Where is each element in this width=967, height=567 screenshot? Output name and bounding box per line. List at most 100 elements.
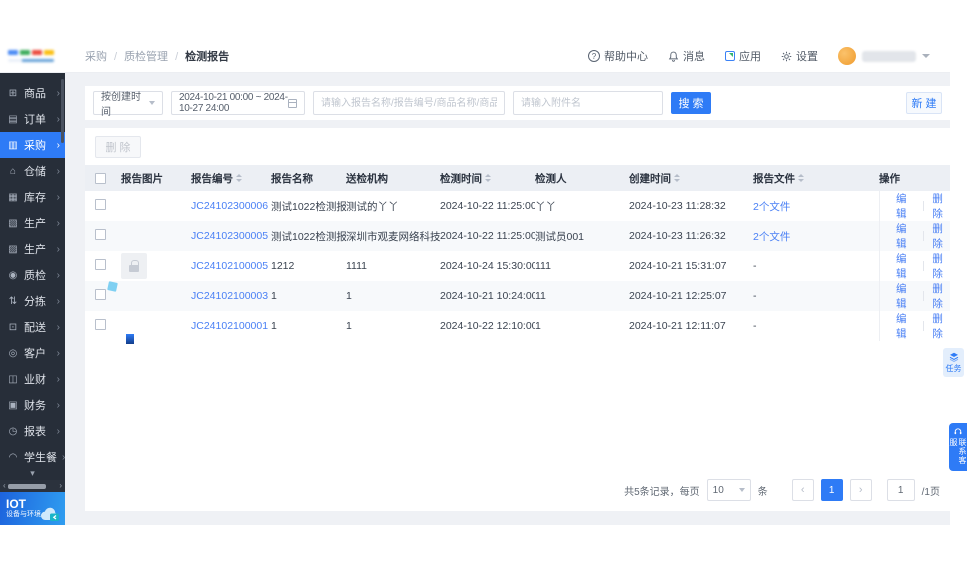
sidebar-item-customers[interactable]: ◎ 客户 (0, 340, 65, 366)
sidebar-item-orders[interactable]: ▤ 订单 (0, 106, 65, 132)
customers-icon: ◎ (8, 347, 18, 359)
col-report-no[interactable]: 报告编号 (191, 171, 271, 186)
chevron-left-icon: ‹ (800, 484, 805, 496)
orders-icon: ▤ (8, 113, 18, 125)
chevron-right-icon (57, 347, 60, 359)
scroll-right-icon[interactable]: › (59, 482, 62, 490)
menu-scroll-down-icon[interactable] (0, 469, 65, 480)
col-report-name: 报告名称 (271, 172, 313, 185)
bulk-delete-button[interactable]: 删 除 (95, 135, 141, 158)
sort-icon[interactable] (674, 174, 680, 182)
page-jump-input[interactable] (886, 479, 915, 501)
report-files-link[interactable]: 2个文件 (753, 229, 879, 244)
sidebar-item-business-finance[interactable]: ◫ 业财 (0, 366, 65, 392)
messages-button[interactable]: 消息 (668, 48, 705, 64)
edit-link[interactable]: 编辑 (896, 191, 914, 221)
iot-banner[interactable]: IOT 设备与环境 (0, 492, 65, 525)
report-thumbnail-placeholder[interactable] (121, 253, 147, 279)
app-logo (0, 40, 65, 72)
sidebar-item-finance[interactable]: ▣ 财务 (0, 392, 65, 418)
report-no-link[interactable]: JC24102100005 (191, 260, 271, 272)
sidebar-item-sorting[interactable]: ⇅ 分拣 (0, 288, 65, 314)
time-type-select[interactable]: 按创建时间 (93, 91, 163, 118)
breadcrumb-quality-mgmt[interactable]: 质检管理 (124, 48, 185, 64)
sort-icon[interactable] (798, 174, 804, 182)
page-1-button[interactable]: 1 (820, 479, 843, 501)
keyword-input[interactable] (313, 91, 505, 115)
sidebar-item-purchase[interactable]: ▥ 采购 (0, 132, 65, 158)
sidebar-item-inventory[interactable]: ▦ 库存 (0, 184, 65, 210)
report-no-link[interactable]: JC24102100003 (191, 290, 271, 302)
edit-link[interactable]: 编辑 (896, 251, 914, 281)
breadcrumb-purchase[interactable]: 采购 (85, 48, 124, 64)
tasks-float-button[interactable]: 任务 (943, 348, 964, 377)
report-no-link[interactable]: JC24102300006 (191, 200, 271, 212)
sidebar-item-quality[interactable]: ◉ 质检 (0, 262, 65, 288)
col-files[interactable]: 报告文件 (753, 171, 879, 186)
attachment-name-input[interactable] (513, 91, 663, 115)
divider (922, 321, 924, 331)
headset-icon (954, 428, 962, 435)
business-finance-icon: ◫ (8, 373, 18, 385)
chevron-right-icon (57, 425, 60, 437)
col-created[interactable]: 创建时间 (629, 171, 753, 186)
divider (922, 261, 924, 271)
user-menu[interactable] (838, 47, 930, 65)
report-no-link[interactable]: JC24102100001 (191, 320, 271, 332)
scrollbar-thumb[interactable] (7, 483, 47, 489)
new-button[interactable]: 新 建 (906, 92, 942, 114)
sidebar-item-production[interactable]: ▧ 生产 (0, 210, 65, 236)
table-row: JC24102100003 1 1 2024-10-21 10:24:00 11… (85, 281, 950, 311)
app-screen: 采购 质检管理 检测报告 ? 帮助中心 消息 应用 设置 (0, 0, 967, 567)
select-all-checkbox[interactable] (95, 172, 106, 184)
row-checkbox[interactable] (95, 259, 106, 270)
table-row: JC24102300005 测试1022检测报告 深圳市观麦网络科技 2024-… (85, 221, 950, 251)
row-checkbox[interactable] (95, 199, 106, 210)
quality-icon: ◉ (8, 269, 18, 281)
sidebar-item-student-meal[interactable]: ◠ 学生餐 (0, 444, 65, 469)
test-time: 2024-10-22 11:25:00 (440, 200, 535, 212)
page-size-select[interactable]: 10 (706, 479, 751, 501)
sidebar-item-reports[interactable]: ◷ 报表 (0, 418, 65, 444)
edit-link[interactable]: 编辑 (896, 221, 914, 251)
next-page-button[interactable]: › (849, 479, 872, 501)
row-checkbox[interactable] (95, 229, 106, 240)
row-checkbox[interactable] (95, 289, 106, 300)
delete-link[interactable]: 删除 (932, 221, 950, 251)
chevron-right-icon (57, 269, 60, 281)
sidebar-item-warehouse[interactable]: ⌂ 仓储 (0, 158, 65, 184)
question-icon: ? (588, 50, 600, 62)
avatar (838, 47, 856, 65)
sort-icon[interactable] (236, 174, 242, 182)
edit-link[interactable]: 编辑 (896, 281, 914, 311)
sidebar-item-production-2[interactable]: ▨ 生产 (0, 236, 65, 262)
settings-button[interactable]: 设置 (781, 48, 818, 64)
prev-page-button[interactable]: ‹ (791, 479, 814, 501)
sort-icon[interactable] (485, 174, 491, 182)
settings-label: 设置 (796, 51, 818, 63)
row-checkbox[interactable] (95, 319, 106, 330)
sidebar-item-goods[interactable]: ⊞ 商品 (0, 80, 65, 106)
report-name: 测试1022检测报告 (271, 230, 346, 243)
test-time: 2024-10-22 11:25:00 (440, 230, 535, 242)
col-test-time[interactable]: 检测时间 (440, 171, 535, 186)
report-files-link[interactable]: 2个文件 (753, 199, 879, 214)
report-files-empty: - (753, 320, 757, 332)
help-center-button[interactable]: ? 帮助中心 (588, 48, 648, 64)
production-icon: ▧ (8, 217, 18, 229)
apps-button[interactable]: 应用 (725, 48, 761, 64)
date-range-picker[interactable]: 2024-10-21 00:00 ~ 2024-10-27 24:00 (171, 91, 305, 115)
delete-link[interactable]: 删除 (932, 191, 950, 221)
sidebar-item-delivery[interactable]: ⊡ 配送 (0, 314, 65, 340)
delete-link[interactable]: 删除 (932, 251, 950, 281)
chevron-down-icon (149, 101, 155, 105)
report-no-link[interactable]: JC24102300005 (191, 230, 271, 242)
scroll-left-icon[interactable]: ‹ (3, 482, 6, 490)
sidebar-scrollbar[interactable] (61, 79, 64, 143)
search-button[interactable]: 搜 索 (671, 92, 711, 114)
delete-link[interactable]: 删除 (932, 311, 950, 341)
contact-support-float-button[interactable]: 联系客服 (949, 423, 967, 471)
edit-link[interactable]: 编辑 (896, 311, 914, 341)
delete-link[interactable]: 删除 (932, 281, 950, 311)
agency: 1 (346, 290, 352, 302)
